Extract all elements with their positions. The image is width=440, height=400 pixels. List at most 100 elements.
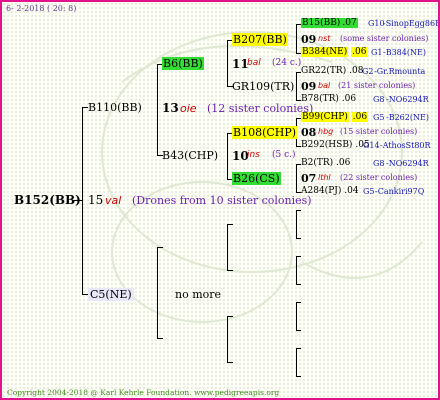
leaf-1-value: .07 (341, 18, 358, 28)
connector (157, 247, 158, 339)
connector (296, 210, 297, 239)
mother-queen[interactable]: B110(BB) (88, 102, 142, 113)
ggm-4-generation: 07 (301, 172, 317, 185)
gm-father-code: ins (247, 150, 260, 160)
gm-mother-queen[interactable]: B6(BB) (162, 57, 204, 70)
leaf-6-num: G14 (363, 141, 380, 150)
father-id: C5(NE) (88, 288, 134, 301)
ggm-3-code: hbg (318, 127, 334, 136)
connector (227, 40, 228, 87)
root-queen[interactable]: B152(BB) (14, 194, 81, 206)
leaf-queen-8[interactable]: A284(PJ) .04 (301, 187, 359, 196)
leaf-8-num: G5 (363, 187, 375, 196)
leaf-queen-2[interactable]: B384(NE) .06 (301, 47, 368, 57)
leaf-queen-1[interactable]: B15(BB) .07 (301, 18, 358, 28)
connector (157, 247, 163, 248)
ggm-2-queen[interactable]: GR109(TR) (232, 81, 294, 92)
leaf-5-value: .06 (351, 112, 369, 122)
no-more-label: no more (175, 288, 222, 301)
leaf-queen-4[interactable]: B78(TR) .06 (301, 95, 356, 104)
ggm-3-note: (15 sister colonies) (340, 127, 418, 136)
leaf-7-value: .06 (336, 158, 351, 168)
root-code: val (105, 194, 122, 207)
root-generation: 15 (88, 193, 104, 207)
leaf-1-name: -SinopEgg86R (383, 19, 440, 28)
leaf-3-num: G2 (362, 67, 374, 76)
connector (296, 330, 301, 331)
ggm-3-id: B108(CHP) (232, 126, 298, 139)
ggm-2-note: (21 sister colonies) (338, 81, 416, 90)
ggm-1-queen[interactable]: B207(BB) (232, 33, 288, 46)
connector (296, 210, 301, 211)
leaf-2-value: .06 (351, 47, 368, 57)
leaf-1-id: B15(BB) (301, 18, 342, 28)
mother-generation: 13 (162, 101, 179, 115)
leaf-7-name: -NO6294R (386, 159, 429, 168)
ggm-4-code: lthl (318, 173, 331, 182)
connector (296, 24, 297, 54)
gm-mother-code: bal (247, 58, 261, 68)
connector (296, 348, 297, 377)
root-id: B152(BB) (14, 193, 81, 207)
leaf-5-id: B99(CHP) (301, 112, 349, 122)
connector (82, 107, 83, 295)
ggm-2-code: bal (318, 81, 331, 90)
leaf-4-num: G8 (373, 95, 385, 104)
gm-father-queen[interactable]: B43(CHP) (162, 150, 218, 161)
ggm-1-generation: 09 (301, 33, 317, 46)
leaf-5-num: G5 (373, 113, 385, 122)
connector (296, 72, 297, 101)
leaf-queen-6[interactable]: B292(HSB) .05 (301, 141, 370, 150)
connector (227, 270, 233, 271)
leaf-queen-5[interactable]: B99(CHP) .06 (301, 112, 369, 122)
ggm-1-note: (some sister colonies) (340, 34, 429, 43)
leaf-2-name: -B384(NE) (383, 48, 426, 57)
connector (296, 376, 301, 377)
connector (227, 133, 228, 180)
connector (296, 238, 301, 239)
leaf-queen-3[interactable]: GR22(TR) .08 (301, 67, 363, 76)
timestamp: 6- 2-2018 ( 20: 8) (6, 4, 77, 13)
ggm-2-generation: 09 (301, 80, 317, 93)
connector (227, 316, 233, 317)
ggm-4-queen[interactable]: B26(CS) (232, 172, 281, 185)
ggm-1-code: nst (318, 34, 331, 43)
leaf-4-name: -NO6294R (386, 95, 429, 104)
leaf-8-name: -Cankiri97Q (375, 187, 425, 196)
leaf-2-num: G1 (371, 48, 383, 57)
connector (296, 284, 301, 285)
gm-father-note: (5 c.) (272, 150, 296, 160)
ggm-4-note: (22 sister colonies) (340, 173, 418, 182)
connector (296, 348, 301, 349)
leaf-8-value: .04 (344, 186, 359, 196)
ggm-3-generation: 08 (301, 126, 317, 139)
copyright-footer[interactable]: Copyright 2004-2018 @ Karl Kehrle Founda… (7, 389, 279, 397)
leaf-3-name: -Gr.Rmounta (374, 67, 426, 76)
connector (296, 256, 297, 285)
ggm-3-queen[interactable]: B108(CHP) (232, 126, 298, 139)
leaf-7-num: G8 (373, 159, 385, 168)
gm-mother-note: (24 c.) (272, 58, 302, 68)
ggm-1-id: B207(BB) (232, 33, 288, 46)
connector (296, 302, 297, 331)
root-note: (Drones from 10 sister colonies) (132, 194, 312, 207)
connector (227, 316, 228, 363)
leaf-5-name: -B262(NE) (386, 113, 429, 122)
connector (296, 164, 297, 193)
connector (227, 362, 233, 363)
connector (157, 64, 158, 156)
leaf-6-id: B292(HSB) (301, 140, 353, 150)
leaf-queen-7[interactable]: B2(TR) .06 (301, 159, 350, 168)
connector (296, 256, 301, 257)
connector (227, 224, 233, 225)
leaf-7-id: B2(TR) (301, 158, 334, 168)
leaf-4-id: B78(TR) (301, 94, 339, 104)
pedigree-frame: 6- 2-2018 ( 20: 8) B152(BB) 15 val (Dron… (0, 0, 440, 400)
connector (296, 302, 301, 303)
father-drones[interactable]: C5(NE) (88, 288, 134, 301)
mother-note: (12 sister colonies) (207, 102, 314, 115)
connector (157, 338, 163, 339)
connector (227, 224, 228, 271)
gm-mother-id: B6(BB) (162, 57, 204, 70)
leaf-2-id: B384(NE) (301, 47, 349, 57)
